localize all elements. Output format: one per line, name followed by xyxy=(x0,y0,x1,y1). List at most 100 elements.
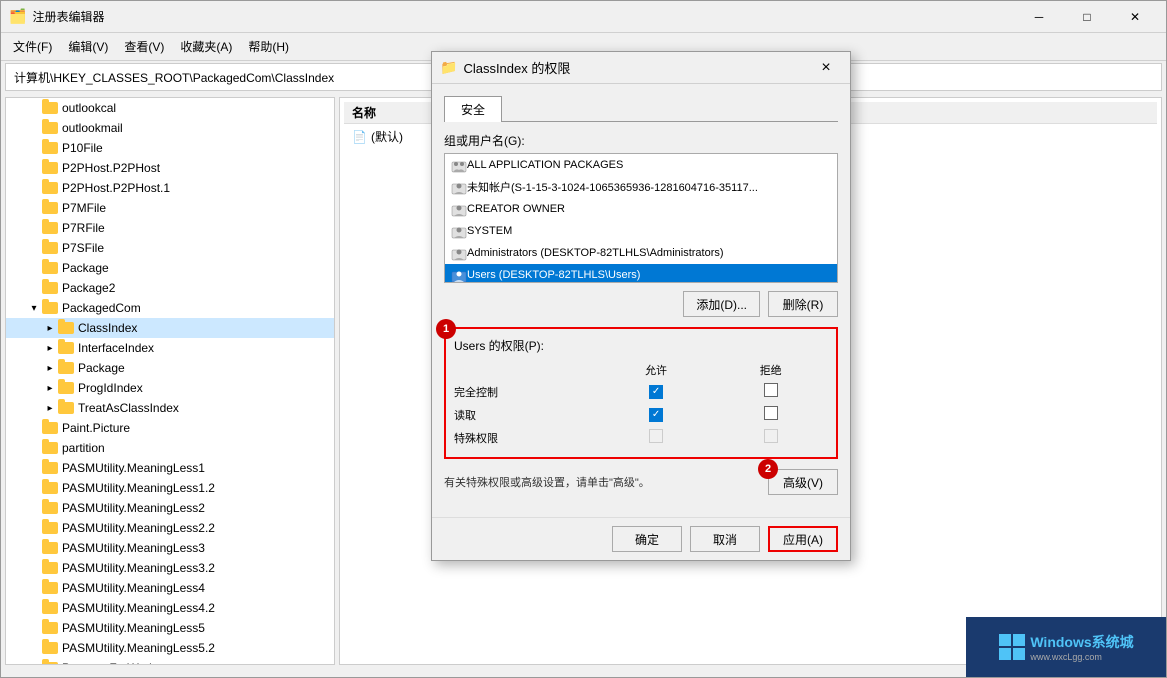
folder-icon xyxy=(42,622,58,634)
expand-icon[interactable] xyxy=(26,640,42,656)
expand-icon[interactable] xyxy=(26,560,42,576)
expand-icon[interactable] xyxy=(26,580,42,596)
advanced-button[interactable]: 高级(V) xyxy=(768,469,838,495)
perm-allow-checkbox[interactable] xyxy=(599,380,714,403)
menu-favorites[interactable]: 收藏夹(A) xyxy=(172,34,240,59)
tree-item[interactable]: PASMUtility.MeaningLess1.2 xyxy=(6,478,334,498)
user-item[interactable]: Administrators (DESKTOP-82TLHLS\Administ… xyxy=(445,242,837,264)
dialog-close-button[interactable]: × xyxy=(810,52,842,84)
expand-icon[interactable] xyxy=(26,120,42,136)
perm-deny-checkbox[interactable] xyxy=(713,403,828,426)
read-deny-cb[interactable] xyxy=(764,406,778,420)
expand-icon[interactable] xyxy=(26,620,42,636)
tree-item[interactable]: outlookcal xyxy=(6,98,334,118)
tree-item[interactable]: ▾ PackagedCom xyxy=(6,298,334,318)
menu-edit[interactable]: 编辑(V) xyxy=(60,34,116,59)
expand-icon[interactable] xyxy=(26,160,42,176)
user-item[interactable]: ALL APPLICATION PACKAGES xyxy=(445,154,837,176)
expand-icon[interactable] xyxy=(26,660,42,665)
expand-icon[interactable]: ▸ xyxy=(42,320,58,336)
tree-item[interactable]: PASMUtility.MeaningLess1 xyxy=(6,458,334,478)
tree-item[interactable]: partition xyxy=(6,438,334,458)
expand-icon[interactable] xyxy=(26,440,42,456)
expand-icon[interactable] xyxy=(26,260,42,276)
tree-item[interactable]: P7RFile xyxy=(6,218,334,238)
tree-item[interactable]: PASMUtility.MeaningLess5 xyxy=(6,618,334,638)
menu-file[interactable]: 文件(F) xyxy=(5,34,60,59)
menu-help[interactable]: 帮助(H) xyxy=(240,34,297,59)
perm-allow-checkbox[interactable] xyxy=(599,403,714,426)
full-control-allow-cb[interactable] xyxy=(649,385,663,399)
tree-item[interactable]: P7MFile xyxy=(6,198,334,218)
watermark-site: www.wxcLgg.com xyxy=(1030,652,1133,662)
folder-icon xyxy=(42,222,58,234)
add-user-button[interactable]: 添加(D)... xyxy=(683,291,760,317)
expand-icon[interactable] xyxy=(26,480,42,496)
expand-icon[interactable]: ▸ xyxy=(42,360,58,376)
cancel-button[interactable]: 取消 xyxy=(690,526,760,552)
tree-item[interactable]: PassportForWork xyxy=(6,658,334,665)
expand-icon[interactable]: ▸ xyxy=(42,400,58,416)
minimize-button[interactable]: ─ xyxy=(1016,1,1062,33)
expand-icon[interactable] xyxy=(26,520,42,536)
watermark-brand: Windows系统城 xyxy=(1030,632,1133,652)
folder-icon xyxy=(42,182,58,194)
column-name: 名称 xyxy=(352,104,376,121)
expand-icon[interactable] xyxy=(26,220,42,236)
tree-item[interactable]: outlookmail xyxy=(6,118,334,138)
perm-deny-checkbox[interactable] xyxy=(713,380,828,403)
perm-allow-header: 允许 xyxy=(599,360,714,380)
expand-icon[interactable]: ▾ xyxy=(26,300,42,316)
tree-item[interactable]: P10File xyxy=(6,138,334,158)
tree-item[interactable]: Paint.Picture xyxy=(6,418,334,438)
ok-button[interactable]: 确定 xyxy=(612,526,682,552)
tree-item[interactable]: PASMUtility.MeaningLess4 xyxy=(6,578,334,598)
tree-panel[interactable]: outlookcal outlookmail P10File P2PHost.P… xyxy=(5,97,335,665)
tree-item[interactable]: PASMUtility.MeaningLess4.2 xyxy=(6,598,334,618)
read-allow-cb[interactable] xyxy=(649,408,663,422)
tree-item[interactable]: Package2 xyxy=(6,278,334,298)
users-list[interactable]: ALL APPLICATION PACKAGES 未知帐户(S-1-15-3-1… xyxy=(444,153,838,283)
expand-icon[interactable] xyxy=(26,180,42,196)
tree-item[interactable]: Package xyxy=(6,258,334,278)
remove-user-button[interactable]: 删除(R) xyxy=(768,291,838,317)
user-item[interactable]: SYSTEM xyxy=(445,220,837,242)
tree-item[interactable]: PASMUtility.MeaningLess2.2 xyxy=(6,518,334,538)
expand-icon[interactable] xyxy=(26,240,42,256)
tree-item-label: P10File xyxy=(62,141,103,155)
expand-icon[interactable] xyxy=(26,500,42,516)
menu-view[interactable]: 查看(V) xyxy=(116,34,172,59)
expand-icon[interactable] xyxy=(26,280,42,296)
tree-item[interactable]: ▸ ProgIdIndex xyxy=(6,378,334,398)
tab-security[interactable]: 安全 xyxy=(444,96,502,122)
expand-icon[interactable] xyxy=(26,460,42,476)
tree-item[interactable]: PASMUtility.MeaningLess3.2 xyxy=(6,558,334,578)
close-button[interactable]: ✕ xyxy=(1112,1,1158,33)
tree-item-label: ClassIndex xyxy=(78,321,137,335)
tree-item[interactable]: P2PHost.P2PHost.1 xyxy=(6,178,334,198)
tree-item[interactable]: P2PHost.P2PHost xyxy=(6,158,334,178)
expand-icon[interactable] xyxy=(26,540,42,556)
tree-item[interactable]: P7SFile xyxy=(6,238,334,258)
tree-item-classindex[interactable]: ▸ ClassIndex xyxy=(6,318,334,338)
expand-icon[interactable] xyxy=(26,100,42,116)
user-item-selected[interactable]: Users (DESKTOP-82TLHLS\Users) xyxy=(445,264,837,283)
user-item[interactable]: CREATOR OWNER xyxy=(445,198,837,220)
tree-item[interactable]: ▸ InterfaceIndex xyxy=(6,338,334,358)
expand-icon[interactable] xyxy=(26,420,42,436)
user-item[interactable]: 未知帐户(S-1-15-3-1024-1065365936-1281604716… xyxy=(445,176,837,198)
expand-icon[interactable]: ▸ xyxy=(42,340,58,356)
tree-item[interactable]: ▸ TreatAsClassIndex xyxy=(6,398,334,418)
expand-icon[interactable] xyxy=(26,600,42,616)
tree-item[interactable]: ▸ Package xyxy=(6,358,334,378)
perm-row-full-control: 完全控制 xyxy=(454,380,828,403)
full-control-deny-cb[interactable] xyxy=(764,383,778,397)
expand-icon[interactable]: ▸ xyxy=(42,380,58,396)
tree-item[interactable]: PASMUtility.MeaningLess5.2 xyxy=(6,638,334,658)
expand-icon[interactable] xyxy=(26,200,42,216)
maximize-button[interactable]: □ xyxy=(1064,1,1110,33)
tree-item[interactable]: PASMUtility.MeaningLess3 xyxy=(6,538,334,558)
apply-button[interactable]: 应用(A) xyxy=(768,526,838,552)
expand-icon[interactable] xyxy=(26,140,42,156)
tree-item[interactable]: PASMUtility.MeaningLess2 xyxy=(6,498,334,518)
